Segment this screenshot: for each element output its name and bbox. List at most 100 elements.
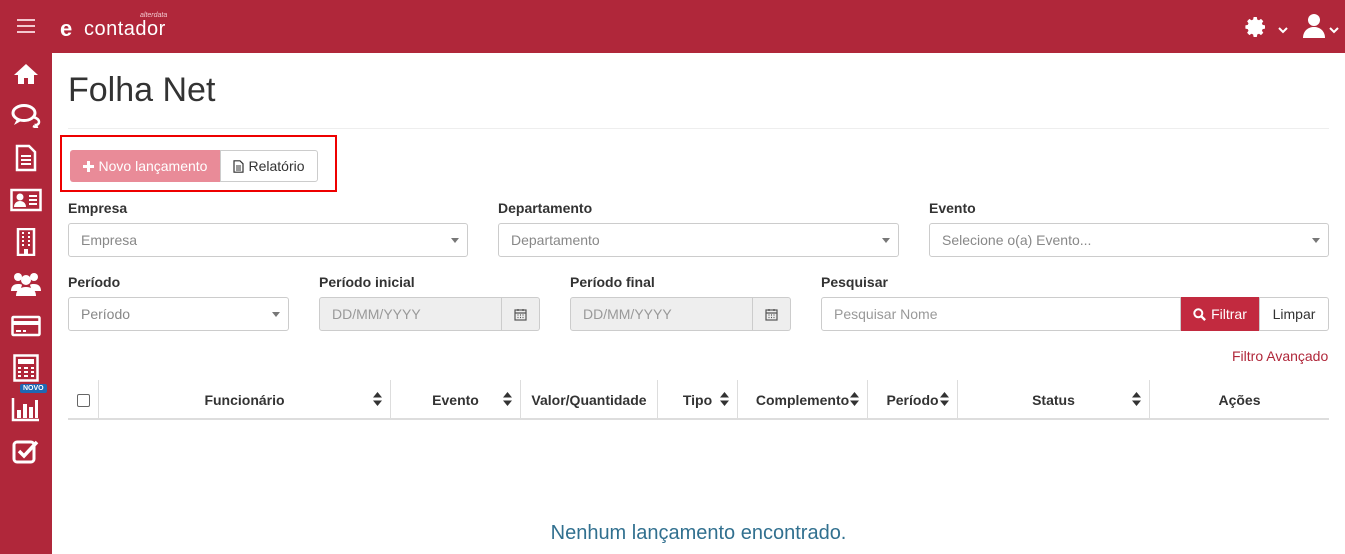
new-entry-label: Novo lançamento — [98, 158, 208, 174]
periodo-label: Período — [68, 274, 121, 290]
settings-chevron-down-icon[interactable] — [1278, 22, 1288, 40]
search-icon — [1193, 307, 1207, 321]
periodo-final-label: Período final — [570, 274, 655, 290]
sort-icon — [850, 392, 859, 406]
sidebar-item-calculator[interactable] — [8, 352, 44, 384]
sort-icon — [720, 392, 729, 406]
id-card-icon — [10, 188, 42, 212]
sort-icon — [1132, 392, 1141, 406]
report-label: Relatório — [248, 158, 305, 174]
evento-label: Evento — [929, 200, 976, 216]
checkbox-icon — [12, 440, 39, 464]
periodo-select-value: Período — [81, 306, 131, 322]
column-header-label: Complemento — [755, 392, 850, 408]
column-header-acoes: Ações — [1150, 380, 1329, 420]
logo-letter: e — [60, 16, 73, 41]
column-header-label: Funcionário — [204, 392, 285, 408]
departamento-select[interactable]: Departamento — [498, 223, 899, 257]
sort-icon — [940, 392, 949, 406]
column-header-label: Evento — [432, 392, 479, 408]
app-logo[interactable]: e contador alterdata — [60, 12, 180, 41]
clear-label: Limpar — [1272, 306, 1316, 322]
bar-chart-icon — [11, 398, 39, 422]
sidebar-item-contacts[interactable] — [8, 184, 44, 216]
document-icon — [15, 144, 37, 172]
column-header-evento[interactable]: Evento — [391, 380, 521, 420]
filter-label: Filtrar — [1211, 306, 1247, 322]
empresa-label: Empresa — [68, 200, 128, 216]
user-icon[interactable] — [1302, 13, 1326, 44]
credit-card-icon — [11, 315, 41, 337]
search-input[interactable]: Pesquisar Nome — [821, 297, 1181, 331]
column-header-complemento[interactable]: Complemento — [738, 380, 868, 420]
column-header-funcionario[interactable]: Funcionário — [99, 380, 391, 420]
file-text-icon — [233, 159, 245, 173]
evento-select[interactable]: Selecione o(a) Evento... — [929, 223, 1329, 257]
advanced-filter-link[interactable]: Filtro Avançado — [1232, 348, 1328, 364]
empresa-select-value: Empresa — [81, 232, 138, 248]
column-header-tipo[interactable]: Tipo — [658, 380, 738, 420]
caret-down-icon — [882, 238, 890, 243]
user-chevron-down-icon[interactable] — [1329, 22, 1339, 40]
column-header-label: Período — [886, 392, 939, 408]
column-header-label: Status — [1032, 392, 1075, 408]
periodo-inicial-calendar-button[interactable] — [502, 297, 540, 331]
column-header-label: Ações — [1218, 392, 1261, 408]
column-header-label: Tipo — [682, 392, 713, 408]
periodo-final-calendar-button[interactable] — [753, 297, 791, 331]
top-bar: e contador alterdata — [0, 0, 1345, 53]
periodo-inicial-input[interactable]: DD/MM/YYYY — [319, 297, 502, 331]
departamento-select-value: Departamento — [511, 232, 600, 248]
calculator-icon — [13, 354, 39, 382]
column-header-label: Valor/Quantidade — [531, 392, 647, 408]
periodo-inicial-placeholder: DD/MM/YYYY — [332, 306, 421, 322]
sidebar-item-company[interactable] — [8, 226, 44, 258]
menu-toggle-icon[interactable] — [17, 19, 35, 33]
caret-down-icon — [451, 238, 459, 243]
table-header: Funcionário Evento Valor/Quantidade Tipo… — [68, 380, 1329, 420]
plus-icon — [82, 160, 94, 172]
sort-icon — [373, 392, 382, 406]
periodo-final-placeholder: DD/MM/YYYY — [583, 306, 672, 322]
building-icon — [16, 228, 36, 256]
sidebar-item-documents[interactable] — [8, 142, 44, 174]
settings-gear-icon[interactable] — [1244, 15, 1268, 44]
periodo-final-input[interactable]: DD/MM/YYYY — [570, 297, 753, 331]
sidebar: NOVO — [0, 53, 52, 554]
home-icon — [14, 64, 38, 84]
report-button[interactable]: Relatório — [220, 150, 318, 182]
filter-button[interactable]: Filtrar — [1181, 297, 1259, 331]
select-all-checkbox[interactable] — [76, 393, 90, 407]
logo-name: contador — [84, 18, 166, 40]
sidebar-item-payments[interactable] — [8, 310, 44, 342]
select-all-cell — [68, 380, 99, 420]
sidebar-item-tasks[interactable] — [8, 435, 44, 467]
empresa-select[interactable]: Empresa — [68, 223, 468, 257]
empty-state-message: Nenhum lançamento encontrado. — [550, 522, 847, 544]
sidebar-item-employees[interactable] — [8, 268, 44, 300]
calendar-icon — [765, 308, 778, 321]
sort-icon — [503, 392, 512, 406]
column-header-status[interactable]: Status — [958, 380, 1150, 420]
search-placeholder: Pesquisar Nome — [834, 306, 938, 322]
sidebar-item-home[interactable] — [8, 58, 44, 90]
column-header-valor-quantidade[interactable]: Valor/Quantidade — [521, 380, 658, 420]
evento-select-value: Selecione o(a) Evento... — [942, 232, 1092, 248]
departamento-label: Departamento — [498, 200, 593, 216]
chat-icon — [11, 104, 41, 128]
title-divider — [68, 128, 1329, 129]
periodo-inicial-label: Período inicial — [319, 274, 415, 290]
logo-sub: alterdata — [140, 12, 168, 19]
sidebar-item-reports[interactable] — [8, 393, 44, 425]
periodo-select[interactable]: Período — [68, 297, 289, 331]
page-title: Folha Net — [68, 71, 216, 109]
calendar-icon — [514, 308, 527, 321]
new-entry-button[interactable]: Novo lançamento — [70, 150, 220, 182]
users-icon — [11, 273, 41, 296]
column-header-periodo[interactable]: Período — [868, 380, 958, 420]
caret-down-icon — [1312, 238, 1320, 243]
new-badge: NOVO — [20, 384, 47, 393]
sidebar-item-chat[interactable] — [8, 100, 44, 132]
pesquisar-label: Pesquisar — [821, 274, 888, 290]
clear-button[interactable]: Limpar — [1259, 297, 1329, 331]
